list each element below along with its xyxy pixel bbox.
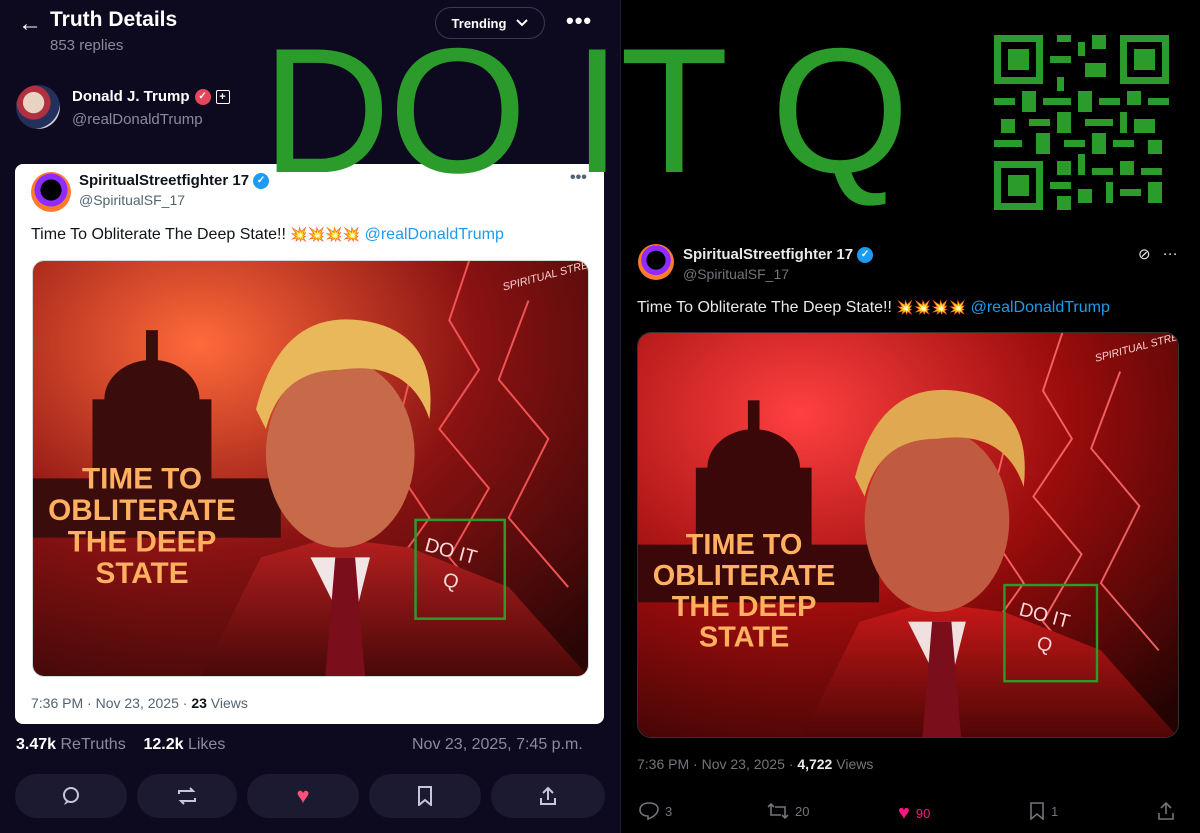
post-body: Time To Obliterate The Deep State!! <box>31 226 286 243</box>
grok-icon[interactable]: ⊘ <box>1138 245 1151 263</box>
avatar[interactable] <box>31 172 71 212</box>
svg-text:OBLITERATE: OBLITERATE <box>653 560 836 592</box>
qr-code-icon <box>994 35 1169 210</box>
author-name-row[interactable]: Donald J. Trump ✓ + <box>72 88 230 105</box>
r-replies-count: 3 <box>665 803 673 819</box>
r-author-name[interactable]: SpiritualStreetfighter 17 <box>683 246 853 263</box>
r-post-body: Time To Obliterate The Deep State!! <box>637 299 892 316</box>
mention-link[interactable]: @realDonaldTrump <box>971 299 1110 316</box>
reply-icon <box>639 802 659 820</box>
overlay-do-it-q: DO IT Q <box>262 11 909 210</box>
explosion-emoji: 💥💥💥💥 <box>896 299 967 315</box>
poster-art: TIME TO OBLITERATE THE DEEP STATE SPIRIT… <box>33 261 588 676</box>
r-bookmark-button[interactable]: 1 <box>1029 802 1058 820</box>
quoted-post-card[interactable]: SpiritualStreetfighter 17 ✓ @SpiritualSF… <box>15 164 604 724</box>
post-meta: 7:36 PM · Nov 23, 2025 · 23 Views <box>31 695 248 711</box>
explosion-emoji: 💥💥💥💥 <box>290 226 361 242</box>
r-reposts-count: 20 <box>795 803 810 819</box>
r-reply-button[interactable]: 3 <box>639 802 672 820</box>
r-views-label: Views <box>832 756 874 772</box>
reply-icon <box>63 787 79 805</box>
views-count: 23 <box>191 695 207 711</box>
heart-icon: ♥ <box>898 802 910 824</box>
svg-text:THE DEEP: THE DEEP <box>68 526 217 559</box>
likes-count[interactable]: 12.2k <box>143 736 183 753</box>
r-header-icons: ⊘ ··· <box>1138 245 1178 263</box>
retruth-button[interactable] <box>137 774 237 818</box>
retruth-icon <box>178 787 196 805</box>
r-like-button[interactable]: ♥ 90 <box>898 802 930 825</box>
card-author-handle[interactable]: @SpiritualSF_17 <box>79 192 185 208</box>
post-time: 7:36 PM · Nov 23, 2025 · <box>31 695 192 711</box>
avatar[interactable] <box>638 244 674 280</box>
verified-badge-icon: ✓ <box>194 88 211 105</box>
post-text: Time To Obliterate The Deep State!! 💥💥💥💥… <box>31 226 504 244</box>
r-repost-button[interactable]: 20 <box>767 802 809 820</box>
author-handle[interactable]: @realDonaldTrump <box>72 111 203 128</box>
mention-link[interactable]: @realDonaldTrump <box>365 226 504 243</box>
r-likes-count: 90 <box>915 806 931 821</box>
r-views-count: 4,722 <box>797 756 833 772</box>
replies-count: 853 replies <box>50 37 124 54</box>
bookmark-icon <box>418 786 432 806</box>
svg-text:THE DEEP: THE DEEP <box>672 591 817 623</box>
r-post-time: 7:36 PM · Nov 23, 2025 · <box>637 756 798 772</box>
likes-label[interactable]: Likes <box>184 736 225 753</box>
arrow-left-icon[interactable]: ← <box>18 10 42 38</box>
card-author-name[interactable]: SpiritualStreetfighter 17 <box>79 172 249 189</box>
verified-icon: ✓ <box>857 246 874 263</box>
r-bookmarks-count: 1 <box>1051 803 1059 819</box>
plus-badge-icon: + <box>215 89 230 104</box>
reply-button[interactable] <box>15 774 127 818</box>
r-author-handle[interactable]: @SpiritualSF_17 <box>683 266 789 282</box>
heart-icon: ♥ <box>296 783 310 808</box>
share-icon <box>540 786 556 805</box>
share-button[interactable] <box>491 774 605 818</box>
svg-text:STATE: STATE <box>96 557 189 590</box>
engagement-stats: 3.47k ReTruths 12.2k Likes <box>16 736 225 754</box>
r-post-meta: 7:36 PM · Nov 23, 2025 · 4,722 Views <box>637 756 873 772</box>
more-options-icon[interactable]: ··· <box>1163 245 1178 263</box>
svg-text:TIME TO: TIME TO <box>686 529 803 561</box>
share-icon <box>1158 802 1174 820</box>
bookmark-button[interactable] <box>369 774 481 818</box>
like-button[interactable]: ♥ <box>247 774 359 818</box>
post-image[interactable]: TIME TO OBLITERATE THE DEEP STATE SPIRIT… <box>32 260 589 677</box>
retruths-count[interactable]: 3.47k <box>16 736 56 753</box>
card-name-row[interactable]: SpiritualStreetfighter 17 ✓ <box>79 172 270 189</box>
svg-text:STATE: STATE <box>699 622 789 654</box>
author-name[interactable]: Donald J. Trump <box>72 88 190 105</box>
r-post-image[interactable]: TIME TO OBLITERATE THE DEEP STATE SPIRIT… <box>637 332 1179 738</box>
retruths-label[interactable]: ReTruths <box>56 736 125 753</box>
svg-text:TIME TO: TIME TO <box>82 462 202 495</box>
r-post-text: Time To Obliterate The Deep State!! 💥💥💥💥… <box>637 299 1110 317</box>
repost-icon <box>767 802 789 820</box>
face <box>265 359 415 548</box>
views-label: Views <box>206 695 248 711</box>
poster-art: TIME TO OBLITERATE THE DEEP STATE SPIRIT… <box>638 333 1178 737</box>
avatar[interactable] <box>16 85 60 129</box>
page-title: Truth Details <box>50 8 178 31</box>
posted-timestamp: Nov 23, 2025, 7:45 p.m. <box>412 736 583 753</box>
r-name-row[interactable]: SpiritualStreetfighter 17 ✓ <box>683 246 874 263</box>
bookmark-icon <box>1030 802 1044 820</box>
r-share-button[interactable] <box>1157 802 1175 820</box>
svg-text:OBLITERATE: OBLITERATE <box>48 494 236 527</box>
